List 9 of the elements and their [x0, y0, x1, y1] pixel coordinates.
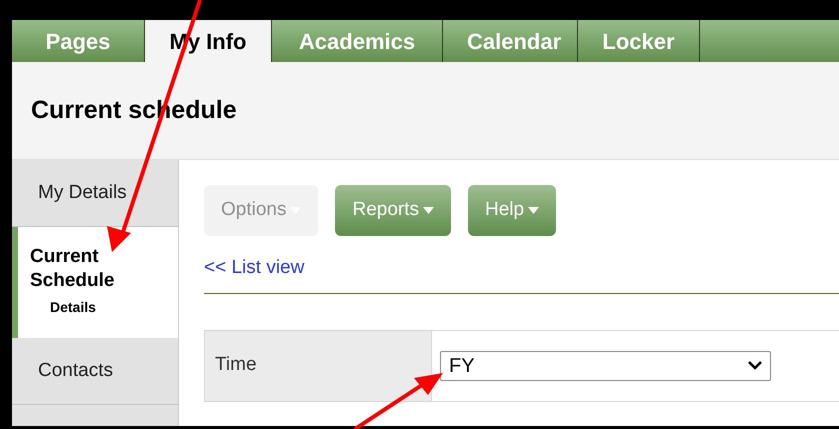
filter-label: Time — [215, 353, 257, 378]
caret-icon — [528, 206, 540, 214]
sidebar-subitem[interactable]: Details — [50, 297, 96, 318]
caret-icon — [423, 206, 434, 214]
list-view-link[interactable]: << List view — [204, 254, 304, 282]
sidebar-item[interactable]: Current Schedule Details — [12, 227, 178, 338]
time-select[interactable]: FY — [440, 350, 771, 380]
chevron-down-icon — [748, 361, 762, 370]
sidebar-item-label: Current Schedule — [30, 245, 116, 293]
